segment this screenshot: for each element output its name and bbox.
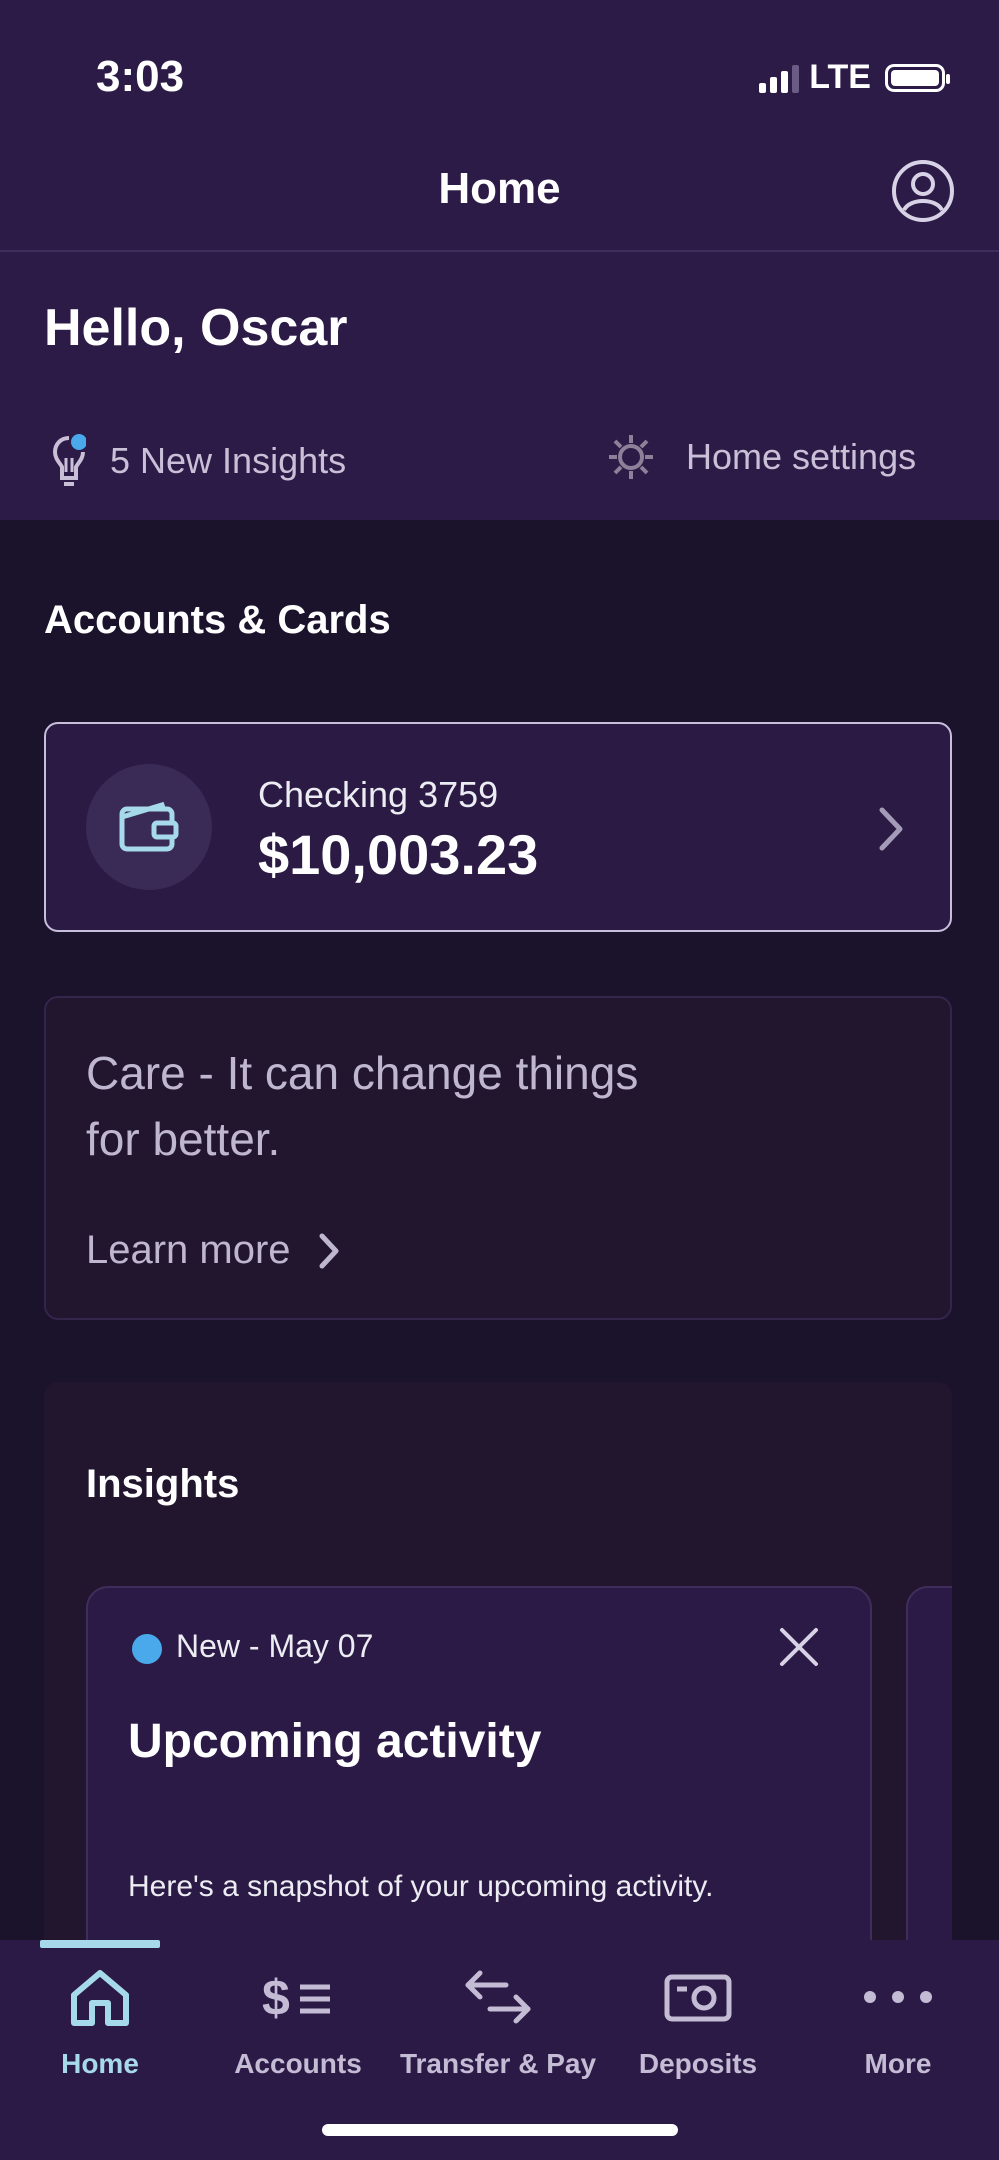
chevron-right-icon [879,807,903,851]
tab-more[interactable]: More [798,1962,998,2080]
account-balance: $10,003.23 [258,823,539,886]
new-insights-link[interactable]: 5 New Insights [52,432,346,490]
greeting: Hello, Oscar [44,299,348,357]
home-indicator-bar[interactable] [322,2124,678,2136]
tab-accounts-label: Accounts [234,2048,362,2079]
learn-more-link[interactable]: Learn more [86,1228,341,1273]
signal-icon [759,63,800,93]
insights-title: Insights [86,1462,240,1506]
gear-icon [609,435,653,479]
transfer-icon [465,1970,531,2024]
deposits-icon [664,1974,732,2022]
top-header-area: 3:03 LTE Home Hello, Oscar 5 New Insight… [0,0,999,520]
insights-panel: Insights New - May 07 Upcoming activity … [44,1382,952,1942]
status-time: 3:03 [96,52,185,101]
promo-text: Care - It can change things for better. [86,1040,846,1172]
accounts-icon: $ [262,1970,330,2026]
promo-line-2: for better. [86,1113,281,1165]
new-insights-label: 5 New Insights [110,440,347,481]
active-tab-indicator [40,1940,160,1948]
home-settings-link[interactable]: Home settings [606,432,916,482]
chevron-right-icon [319,1233,339,1268]
network-label: LTE [809,58,871,96]
tab-transfer-pay-label: Transfer & Pay [399,2048,597,2079]
page-title: Home [438,164,561,213]
accounts-section-title: Accounts & Cards [44,598,391,642]
new-dot-icon [132,1634,162,1664]
profile-icon[interactable] [890,158,956,224]
account-name: Checking 3759 [258,774,499,815]
home-settings-label: Home settings [686,436,917,477]
wallet-icon-bg [86,764,212,890]
tab-accounts[interactable]: $ Accounts [198,1962,398,2080]
tab-deposits[interactable]: Deposits [598,1962,798,2080]
tab-deposits-label: Deposits [638,2048,758,2079]
insight-heading: Upcoming activity [128,1715,542,1768]
tab-home[interactable]: Home [0,1962,200,2080]
home-icon [71,1970,129,2026]
promo-line-1: Care - It can change things [86,1047,639,1099]
more-icon [864,1991,932,2003]
checking-account-card[interactable]: Checking 3759 $10,003.23 [44,722,952,932]
insight-tag: New - May 07 [176,1628,374,1664]
wallet-icon [119,801,179,852]
promo-card: Care - It can change things for better. … [44,996,952,1320]
insight-body: Here's a snapshot of your upcoming activ… [128,1870,714,1903]
next-insight-card[interactable] [906,1586,952,1942]
tab-more-label: More [864,2048,932,2079]
close-icon[interactable] [778,1626,820,1668]
svg-text:$: $ [262,1970,290,2026]
insight-card[interactable]: New - May 07 Upcoming activity Here's a … [86,1586,872,1942]
header-divider [0,250,999,252]
battery-icon [885,63,950,92]
status-indicators: LTE [759,58,950,97]
tab-transfer-pay[interactable]: Transfer & Pay [398,1962,598,2080]
learn-more-label: Learn more [86,1228,291,1272]
lightbulb-icon [52,434,86,486]
tab-home-label: Home [61,2048,139,2079]
